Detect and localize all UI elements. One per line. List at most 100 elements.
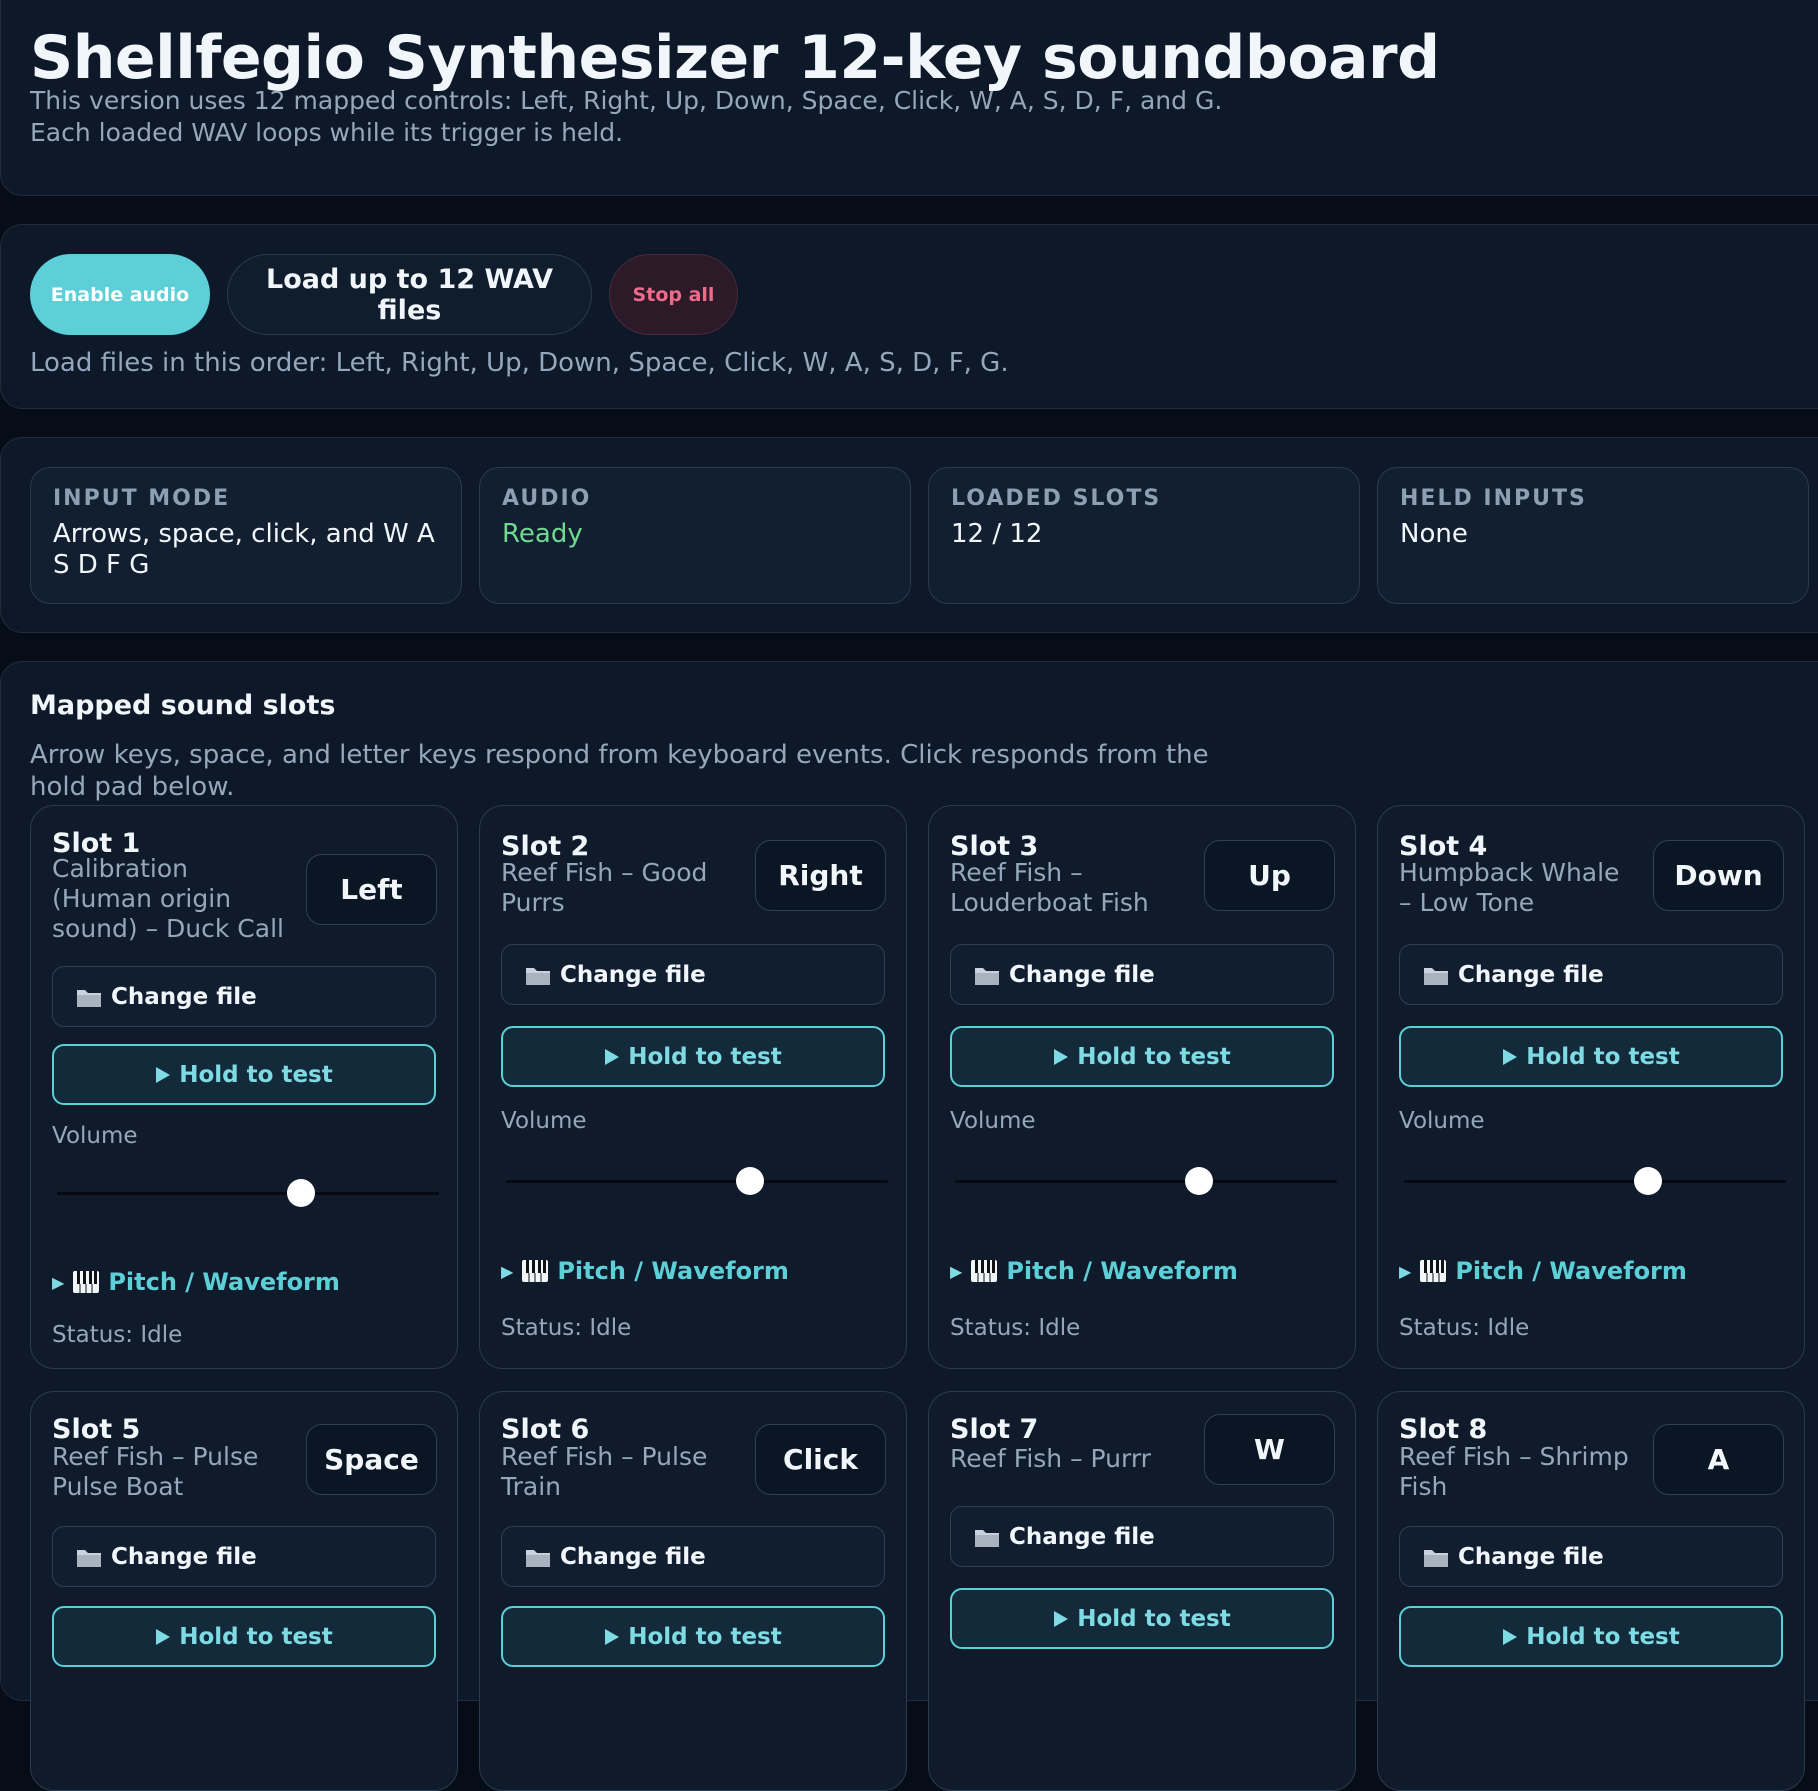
slot-card-8: Slot 8 Reef Fish – Shrimp Fish A Change fil… xyxy=(1377,1391,1805,1791)
disclosure-triangle-icon: ▶ xyxy=(52,1272,65,1292)
load-order-hint: Load files in this order: Left, Right, U… xyxy=(30,348,1009,378)
hold-to-test-button[interactable]: Hold to test xyxy=(950,1026,1334,1087)
disclosure-triangle-icon: ▶ xyxy=(501,1261,514,1281)
change-file-button[interactable]: Change file xyxy=(950,944,1334,1005)
volume-slider-thumb[interactable] xyxy=(287,1179,316,1207)
change-file-label: Change file xyxy=(1009,1523,1155,1550)
pitch-waveform-label: Pitch / Waveform xyxy=(108,1268,340,1296)
play-icon xyxy=(604,1628,620,1646)
folder-icon xyxy=(1422,963,1450,987)
key-badge: Right xyxy=(755,840,886,911)
play-icon xyxy=(155,1066,171,1084)
folder-icon xyxy=(1422,1545,1450,1569)
audio-status-value: Ready xyxy=(502,519,583,549)
slot-card-7: Slot 7 Reef Fish – Purrr W Change file Hold … xyxy=(928,1391,1356,1791)
hold-to-test-button[interactable]: Hold to test xyxy=(1399,1026,1783,1087)
play-icon xyxy=(604,1048,620,1066)
load-wav-files-button[interactable]: Load up to 12 WAV files xyxy=(227,254,592,335)
page-subtitle: This version uses 12 mapped controls: Le… xyxy=(30,86,1223,147)
change-file-button[interactable]: Change file xyxy=(1399,1526,1783,1587)
input-mode-card: INPUT MODE Arrows, space, click, and W A… xyxy=(30,467,462,604)
slot-sound-name: Reef Fish – Shrimp Fish xyxy=(1399,1442,1629,1501)
pitch-waveform-toggle[interactable]: ▶ Pitch / Waveform xyxy=(950,1257,1238,1285)
volume-slider[interactable] xyxy=(506,1167,888,1195)
change-file-button[interactable]: Change file xyxy=(501,1526,885,1587)
slot-status: Status: Idle xyxy=(1399,1315,1530,1341)
stat-label: HELD INPUTS xyxy=(1400,486,1587,511)
stat-label: LOADED SLOTS xyxy=(951,486,1162,511)
enable-audio-button[interactable]: Enable audio xyxy=(30,254,210,335)
audio-card: AUDIO Ready xyxy=(479,467,911,604)
stat-label: AUDIO xyxy=(502,486,592,511)
loaded-slots-value: 12 / 12 xyxy=(951,519,1043,549)
hold-to-test-button[interactable]: Hold to test xyxy=(950,1588,1334,1649)
hold-to-test-label: Hold to test xyxy=(1077,1605,1231,1632)
folder-icon xyxy=(973,963,1001,987)
hold-to-test-button[interactable]: Hold to test xyxy=(501,1606,885,1667)
folder-icon xyxy=(524,963,552,987)
page-title: Shellfegio Synthesizer 12-key soundboard xyxy=(30,23,1440,93)
key-badge: Click xyxy=(755,1424,886,1495)
piano-icon xyxy=(1419,1259,1447,1283)
volume-label: Volume xyxy=(1399,1108,1485,1134)
stat-label: INPUT MODE xyxy=(53,486,231,511)
slot-card-5: Slot 5 Reef Fish – Pulse Pulse Boat Space C… xyxy=(30,1391,458,1791)
play-icon xyxy=(1502,1628,1518,1646)
key-badge: A xyxy=(1653,1424,1784,1495)
change-file-label: Change file xyxy=(560,1543,706,1570)
piano-icon xyxy=(72,1270,100,1294)
folder-icon xyxy=(524,1545,552,1569)
slot-title: Slot 6 xyxy=(501,1414,590,1445)
folder-icon xyxy=(75,985,103,1009)
change-file-button[interactable]: Change file xyxy=(950,1506,1334,1567)
slot-sound-name: Reef Fish – Pulse Train xyxy=(501,1442,708,1501)
slot-sound-name: Reef Fish – Purrr xyxy=(950,1444,1151,1473)
change-file-button[interactable]: Change file xyxy=(1399,944,1783,1005)
play-icon xyxy=(1053,1048,1069,1066)
slot-sound-name: Humpback Whale – Low Tone xyxy=(1399,858,1620,917)
volume-slider[interactable] xyxy=(57,1179,439,1207)
slot-title: Slot 5 xyxy=(52,1414,141,1445)
volume-slider[interactable] xyxy=(955,1167,1337,1195)
volume-slider-thumb[interactable] xyxy=(736,1167,765,1195)
hold-to-test-button[interactable]: Hold to test xyxy=(501,1026,885,1087)
hold-to-test-button[interactable]: Hold to test xyxy=(52,1606,436,1667)
hold-to-test-button[interactable]: Hold to test xyxy=(52,1044,436,1105)
slot-status: Status: Idle xyxy=(52,1322,183,1348)
hold-to-test-label: Hold to test xyxy=(628,1623,782,1650)
slot-status: Status: Idle xyxy=(501,1315,632,1341)
volume-label: Volume xyxy=(501,1108,587,1134)
held-inputs-value: None xyxy=(1400,519,1468,549)
volume-slider[interactable] xyxy=(1404,1167,1786,1195)
change-file-label: Change file xyxy=(111,1543,257,1570)
volume-slider-thumb[interactable] xyxy=(1185,1167,1214,1195)
key-badge: W xyxy=(1204,1414,1335,1485)
change-file-button[interactable]: Change file xyxy=(52,1526,436,1587)
slot-card-4: Slot 4 Humpback Whale – Low Tone Down Chang… xyxy=(1377,805,1805,1369)
slot-sound-name: Reef Fish – Pulse Pulse Boat xyxy=(52,1442,259,1501)
volume-label: Volume xyxy=(950,1108,1036,1134)
stop-all-button[interactable]: Stop all xyxy=(609,254,738,335)
change-file-button[interactable]: Change file xyxy=(501,944,885,1005)
pitch-waveform-toggle[interactable]: ▶ Pitch / Waveform xyxy=(1399,1257,1687,1285)
held-inputs-card: HELD INPUTS None xyxy=(1377,467,1809,604)
volume-slider-thumb[interactable] xyxy=(1634,1167,1663,1195)
slot-title: Slot 8 xyxy=(1399,1414,1488,1445)
section-title: Mapped sound slots xyxy=(30,690,336,721)
slot-sound-name: Reef Fish – Good Purrs xyxy=(501,858,708,917)
hold-to-test-label: Hold to test xyxy=(1077,1043,1231,1070)
pitch-waveform-label: Pitch / Waveform xyxy=(557,1257,789,1285)
hold-to-test-label: Hold to test xyxy=(179,1061,333,1088)
pitch-waveform-toggle[interactable]: ▶ Pitch / Waveform xyxy=(52,1268,340,1296)
loaded-slots-card: LOADED SLOTS 12 / 12 xyxy=(928,467,1360,604)
slot-card-2: Slot 2 Reef Fish – Good Purrs Right Change … xyxy=(479,805,907,1369)
slot-card-1: Slot 1 Calibration (Human origin sound) –… xyxy=(30,805,458,1369)
key-badge: Down xyxy=(1653,840,1784,911)
hold-to-test-button[interactable]: Hold to test xyxy=(1399,1606,1783,1667)
key-badge: Up xyxy=(1204,840,1335,911)
change-file-label: Change file xyxy=(1009,961,1155,988)
hold-to-test-label: Hold to test xyxy=(179,1623,333,1650)
folder-icon xyxy=(973,1525,1001,1549)
pitch-waveform-toggle[interactable]: ▶ Pitch / Waveform xyxy=(501,1257,789,1285)
change-file-button[interactable]: Change file xyxy=(52,966,436,1027)
